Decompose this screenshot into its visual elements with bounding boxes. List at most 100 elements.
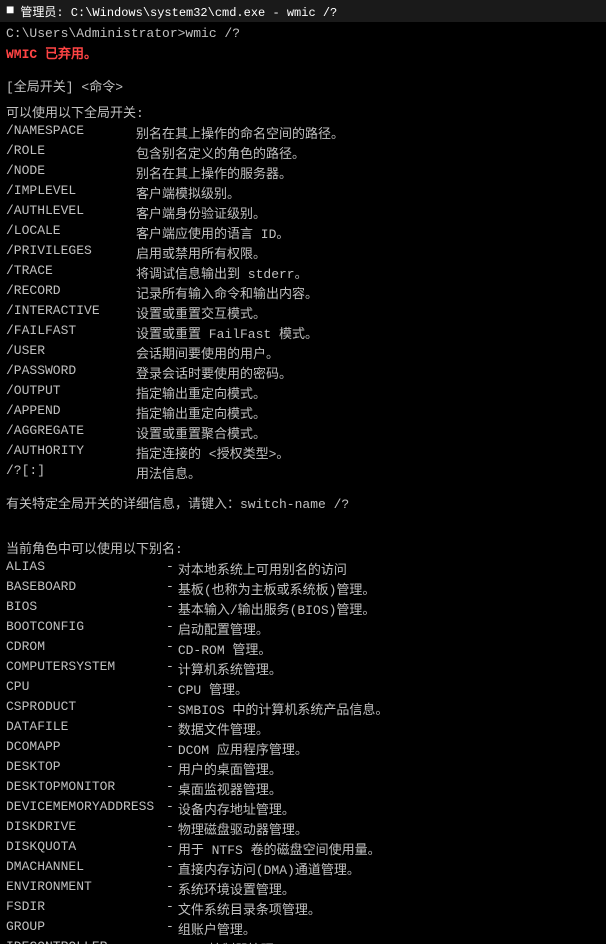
switch-name: /ROLE bbox=[6, 143, 136, 162]
current-role-header: 当前角色中可以使用以下别名: bbox=[6, 538, 600, 557]
switch-item: /OUTPUT指定输出重定向模式。 bbox=[6, 383, 600, 402]
alias-name: CSPRODUCT bbox=[6, 699, 166, 718]
switch-item: /TRACE将调试信息输出到 stderr。 bbox=[6, 263, 600, 282]
alias-name: DMACHANNEL bbox=[6, 859, 166, 878]
alias-desc: 设备内存地址管理。 bbox=[178, 799, 600, 818]
alias-item: COMPUTERSYSTEM-计算机系统管理。 bbox=[6, 659, 600, 678]
alias-name: DCOMAPP bbox=[6, 739, 166, 758]
alias-item: DISKQUOTA-用于 NTFS 卷的磁盘空间使用量。 bbox=[6, 839, 600, 858]
alias-name: DATAFILE bbox=[6, 719, 166, 738]
alias-name: COMPUTERSYSTEM bbox=[6, 659, 166, 678]
switch-item: /NODE别名在其上操作的服务器。 bbox=[6, 163, 600, 182]
switch-item: /AGGREGATE设置或重置聚合模式。 bbox=[6, 423, 600, 442]
alias-desc: 基本输入/输出服务(BIOS)管理。 bbox=[178, 599, 600, 618]
switch-desc: 设置或重置聚合模式。 bbox=[136, 423, 600, 442]
switch-desc: 启用或禁用所有权限。 bbox=[136, 243, 600, 262]
alias-separator: - bbox=[166, 599, 174, 618]
switch-item: /INTERACTIVE设置或重置交互模式。 bbox=[6, 303, 600, 322]
alias-separator: - bbox=[166, 779, 174, 798]
alias-name: BASEBOARD bbox=[6, 579, 166, 598]
alias-desc: 对本地系统上可用别名的访问 bbox=[178, 559, 600, 578]
alias-desc: 系统环境设置管理。 bbox=[178, 879, 600, 898]
switch-name: /LOCALE bbox=[6, 223, 136, 242]
alias-separator: - bbox=[166, 819, 174, 838]
alias-name: DISKDRIVE bbox=[6, 819, 166, 838]
title-bar: ■ 管理员: C:\Windows\system32\cmd.exe - wmi… bbox=[0, 0, 606, 22]
switch-item: /PRIVILEGES启用或禁用所有权限。 bbox=[6, 243, 600, 262]
alias-separator: - bbox=[166, 759, 174, 778]
switch-name: /PASSWORD bbox=[6, 363, 136, 382]
switch-item: /LOCALE客户端应使用的语言 ID。 bbox=[6, 223, 600, 242]
alias-separator: - bbox=[166, 699, 174, 718]
alias-desc: SMBIOS 中的计算机系统产品信息。 bbox=[178, 699, 600, 718]
alias-desc: DCOM 应用程序管理。 bbox=[178, 739, 600, 758]
switch-item: /FAILFAST设置或重置 FailFast 模式。 bbox=[6, 323, 600, 342]
switch-detail-info: 有关特定全局开关的详细信息，请键入：switch-name /? bbox=[6, 493, 600, 512]
alias-separator: - bbox=[166, 799, 174, 818]
alias-item: DESKTOP-用户的桌面管理。 bbox=[6, 759, 600, 778]
switch-item: /IMPLEVEL客户端模拟级别。 bbox=[6, 183, 600, 202]
switch-desc: 包含别名定义的角色的路径。 bbox=[136, 143, 600, 162]
alias-separator: - bbox=[166, 939, 174, 944]
switch-desc: 将调试信息输出到 stderr。 bbox=[136, 263, 600, 282]
switch-name: /RECORD bbox=[6, 283, 136, 302]
alias-item: GROUP-组账户管理。 bbox=[6, 919, 600, 938]
alias-separator: - bbox=[166, 679, 174, 698]
alias-desc: 基板(也称为主板或系统板)管理。 bbox=[178, 579, 600, 598]
alias-item: IDECONTROLLER-IDE 控制器管理。 bbox=[6, 939, 600, 944]
alias-name: FSDIR bbox=[6, 899, 166, 918]
switches-list: /NAMESPACE别名在其上操作的命名空间的路径。/ROLE包含别名定义的角色… bbox=[6, 123, 600, 482]
switch-item: /AUTHLEVEL客户端身份验证级别。 bbox=[6, 203, 600, 222]
alias-item: DCOMAPP-DCOM 应用程序管理。 bbox=[6, 739, 600, 758]
switch-desc: 客户端模拟级别。 bbox=[136, 183, 600, 202]
alias-item: CSPRODUCT-SMBIOS 中的计算机系统产品信息。 bbox=[6, 699, 600, 718]
switch-desc: 客户端身份验证级别。 bbox=[136, 203, 600, 222]
alias-item: DISKDRIVE-物理磁盘驱动器管理。 bbox=[6, 819, 600, 838]
deprecated-notice: WMIC 已弃用。 bbox=[6, 43, 600, 62]
alias-item: CPU-CPU 管理。 bbox=[6, 679, 600, 698]
alias-separator: - bbox=[166, 659, 174, 678]
alias-name: CPU bbox=[6, 679, 166, 698]
switch-name: /AGGREGATE bbox=[6, 423, 136, 442]
switch-name: /FAILFAST bbox=[6, 323, 136, 342]
switch-desc: 别名在其上操作的服务器。 bbox=[136, 163, 600, 182]
alias-item: BASEBOARD-基板(也称为主板或系统板)管理。 bbox=[6, 579, 600, 598]
alias-desc: 数据文件管理。 bbox=[178, 719, 600, 738]
alias-separator: - bbox=[166, 919, 174, 938]
alias-item: ALIAS-对本地系统上可用别名的访问 bbox=[6, 559, 600, 578]
switch-item: /APPEND指定输出重定向模式。 bbox=[6, 403, 600, 422]
switch-item: /?[:]用法信息。 bbox=[6, 463, 600, 482]
switch-name: /USER bbox=[6, 343, 136, 362]
switch-name: /NAMESPACE bbox=[6, 123, 136, 142]
alias-separator: - bbox=[166, 899, 174, 918]
switch-name: /OUTPUT bbox=[6, 383, 136, 402]
switch-name: /TRACE bbox=[6, 263, 136, 282]
alias-desc: 文件系统目录条项管理。 bbox=[178, 899, 600, 918]
alias-desc: 直接内存访问(DMA)通道管理。 bbox=[178, 859, 600, 878]
alias-desc: 用户的桌面管理。 bbox=[178, 759, 600, 778]
global-switch-header: [全局开关] <命令> bbox=[6, 76, 600, 95]
switch-desc: 设置或重置 FailFast 模式。 bbox=[136, 323, 600, 342]
alias-item: DESKTOPMONITOR-桌面监视器管理。 bbox=[6, 779, 600, 798]
alias-name: ALIAS bbox=[6, 559, 166, 578]
alias-separator: - bbox=[166, 739, 174, 758]
alias-item: DATAFILE-数据文件管理。 bbox=[6, 719, 600, 738]
switch-desc: 客户端应使用的语言 ID。 bbox=[136, 223, 600, 242]
switch-item: /ROLE包含别名定义的角色的路径。 bbox=[6, 143, 600, 162]
title-bar-text: 管理员: C:\Windows\system32\cmd.exe - wmic … bbox=[20, 3, 600, 20]
alias-name: DISKQUOTA bbox=[6, 839, 166, 858]
alias-name: DESKTOP bbox=[6, 759, 166, 778]
switch-name: /AUTHORITY bbox=[6, 443, 136, 462]
alias-item: DMACHANNEL-直接内存访问(DMA)通道管理。 bbox=[6, 859, 600, 878]
alias-desc: CD-ROM 管理。 bbox=[178, 639, 600, 658]
switch-desc: 用法信息。 bbox=[136, 463, 600, 482]
switch-desc: 登录会话时要使用的密码。 bbox=[136, 363, 600, 382]
alias-name: IDECONTROLLER bbox=[6, 939, 166, 944]
alias-item: DEVICEMEMORYADDRESS-设备内存地址管理。 bbox=[6, 799, 600, 818]
alias-item: ENVIRONMENT-系统环境设置管理。 bbox=[6, 879, 600, 898]
alias-name: ENVIRONMENT bbox=[6, 879, 166, 898]
switch-desc: 记录所有输入命令和输出内容。 bbox=[136, 283, 600, 302]
switch-desc: 指定输出重定向模式。 bbox=[136, 383, 600, 402]
switch-desc: 设置或重置交互模式。 bbox=[136, 303, 600, 322]
switch-name: /NODE bbox=[6, 163, 136, 182]
